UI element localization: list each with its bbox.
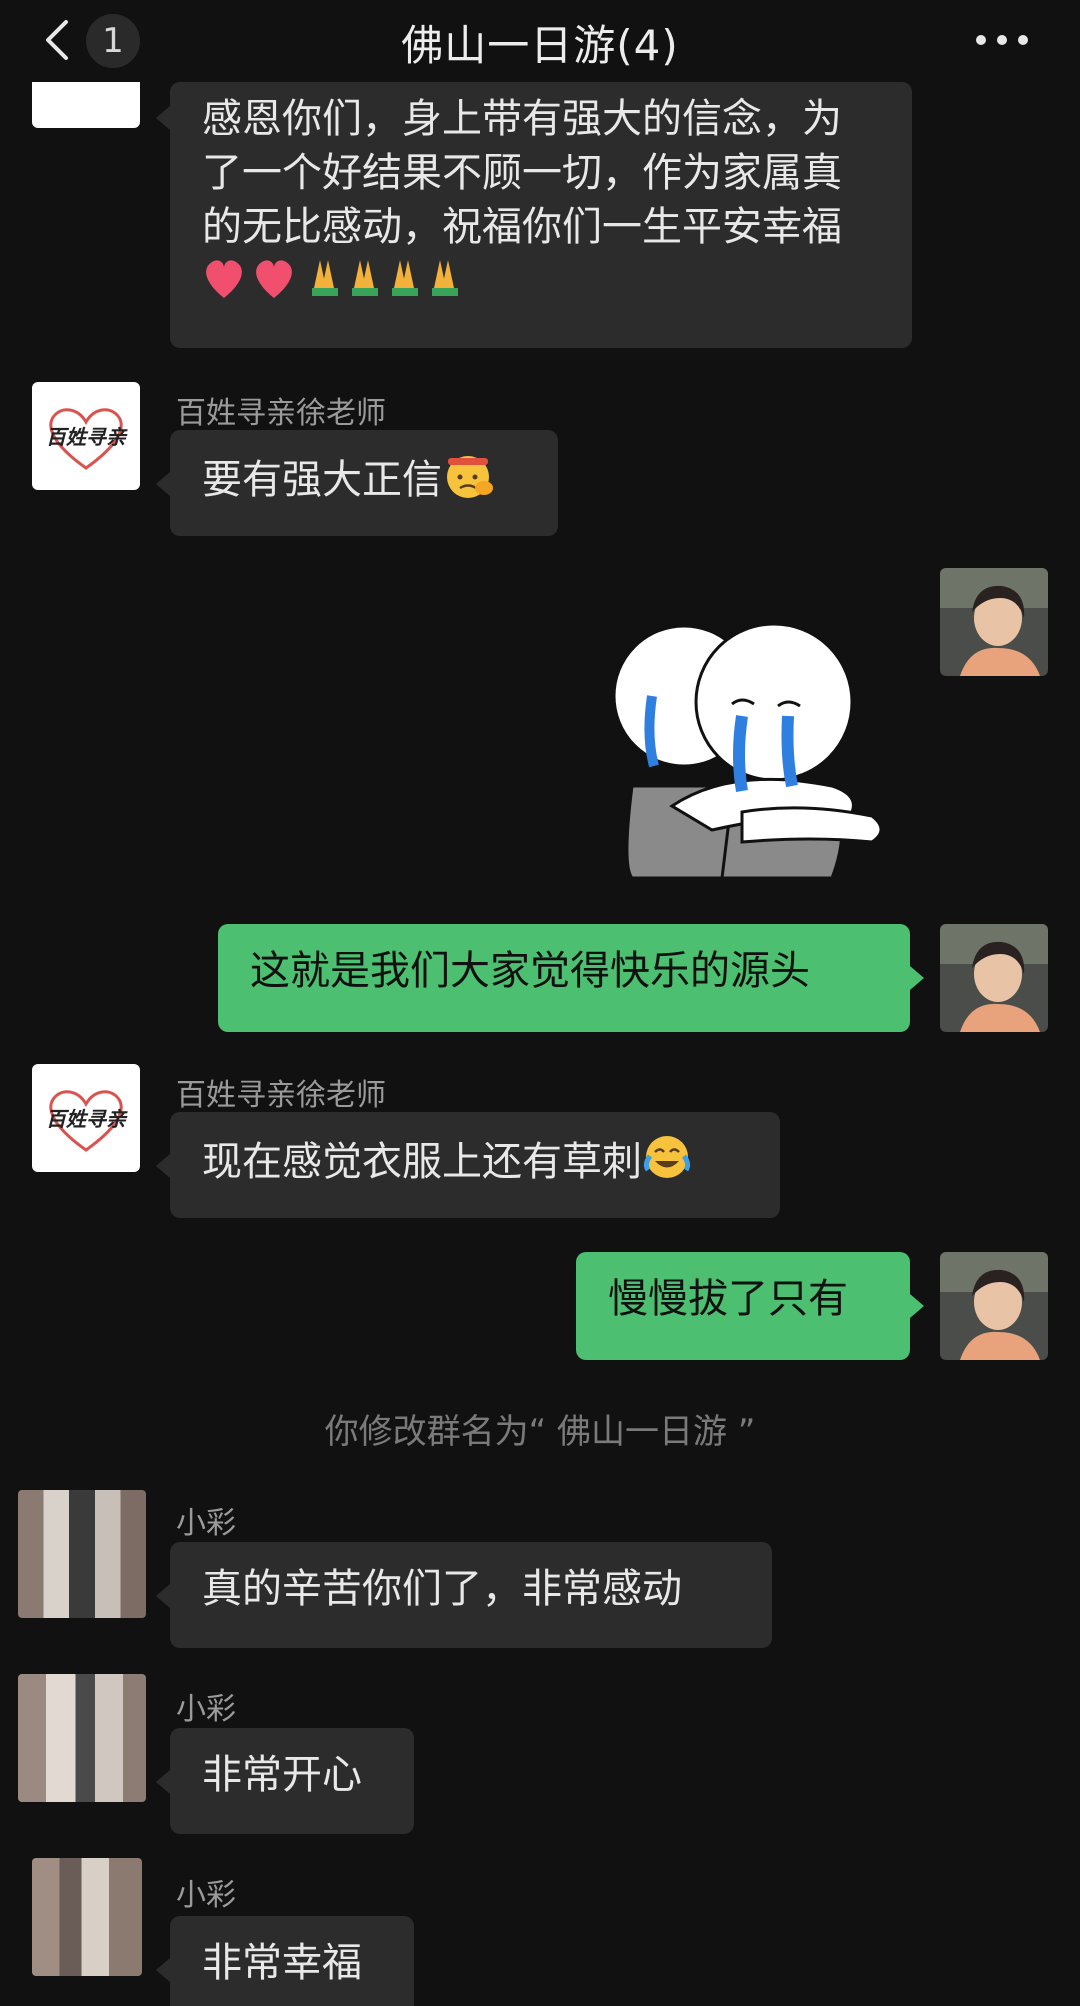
message-text: 要有强大正信 (202, 457, 442, 503)
bubble-tail (156, 1154, 170, 1178)
crying-hug-sticker[interactable] (592, 616, 902, 886)
message-bubble-sent[interactable]: 慢慢拔了只有 (576, 1252, 910, 1360)
logo-text: 百姓寻亲 (46, 1107, 128, 1131)
sender-name: 百姓寻亲徐老师 (176, 396, 386, 431)
message-text: 非常幸福 (202, 1940, 362, 1986)
message-text: 慢慢拔了只有 (608, 1276, 848, 1322)
message-text: 感恩你们，身上带有强大的信念，为了一个好结果不顾一切，作为家属真的无比感动，祝福… (202, 96, 842, 250)
bubble-tail (156, 472, 170, 496)
bubble-tail (156, 1770, 170, 1794)
message-bubble[interactable]: 非常开心 (170, 1728, 414, 1834)
my-avatar[interactable] (940, 1252, 1048, 1360)
user-photo-icon (940, 924, 1048, 1032)
sender-avatar-xiaocai[interactable] (18, 1674, 146, 1802)
message-bubble-sent[interactable]: 这就是我们大家觉得快乐的源头 (218, 924, 910, 1032)
message-bubble[interactable]: 现在感觉衣服上还有草刺 (170, 1112, 780, 1218)
message-text: 非常开心 (202, 1752, 362, 1798)
bubble-tail (156, 106, 170, 130)
bubble-tail (910, 1294, 924, 1318)
bubble-tail (156, 1584, 170, 1608)
sender-avatar-baixing-xunqin[interactable]: 百姓寻亲 (32, 382, 140, 490)
my-avatar[interactable] (940, 924, 1048, 1032)
message-text: 现在感觉衣服上还有草刺 (202, 1139, 642, 1185)
my-avatar[interactable] (940, 568, 1048, 676)
more-options-icon[interactable] (976, 30, 1028, 50)
bubble-tail (910, 966, 924, 990)
sender-name: 小彩 (176, 1692, 236, 1727)
sticker-image-icon (612, 622, 883, 880)
sender-avatar-baixing-xunqin[interactable]: 百姓寻亲 (32, 1064, 140, 1172)
user-photo-icon (940, 568, 1048, 676)
sender-name: 百姓寻亲徐老师 (176, 1078, 386, 1113)
sender-avatar-xiaocai[interactable] (32, 1858, 142, 1976)
message-bubble[interactable]: 非常幸福 (170, 1916, 414, 2006)
message-text: 这就是我们大家觉得快乐的源头 (250, 948, 810, 994)
sender-name: 小彩 (176, 1878, 236, 1913)
saluting-face-emoji (442, 450, 496, 514)
message-bubble[interactable]: 真的辛苦你们了，非常感动 (170, 1542, 772, 1648)
chat-title: 佛山一日游(4) (401, 21, 679, 70)
top-bar: 1 佛山一日游(4) (0, 0, 1080, 82)
system-notice: 你修改群名为“ 佛山一日游 ” (324, 1412, 756, 1452)
message-bubble[interactable]: 感恩你们，身上带有强大的信念，为了一个好结果不顾一切，作为家属真的无比感动，祝福… (170, 82, 912, 348)
hearts-and-praying-hands-emoji (202, 254, 472, 316)
baixing-xunqin-logo-icon: 百姓寻亲 (46, 408, 128, 470)
sender-avatar-xiaocai[interactable] (18, 1490, 146, 1618)
face-with-tears-of-joy-emoji (642, 1132, 692, 1196)
message-text: 真的辛苦你们了，非常感动 (202, 1566, 682, 1612)
sender-name: 小彩 (176, 1506, 236, 1541)
user-photo-icon (940, 1252, 1048, 1360)
message-bubble[interactable]: 要有强大正信 (170, 430, 558, 536)
logo-text: 百姓寻亲 (46, 425, 128, 449)
bubble-tail (156, 1958, 170, 1982)
baixing-xunqin-logo-icon: 百姓寻亲 (46, 1090, 128, 1152)
